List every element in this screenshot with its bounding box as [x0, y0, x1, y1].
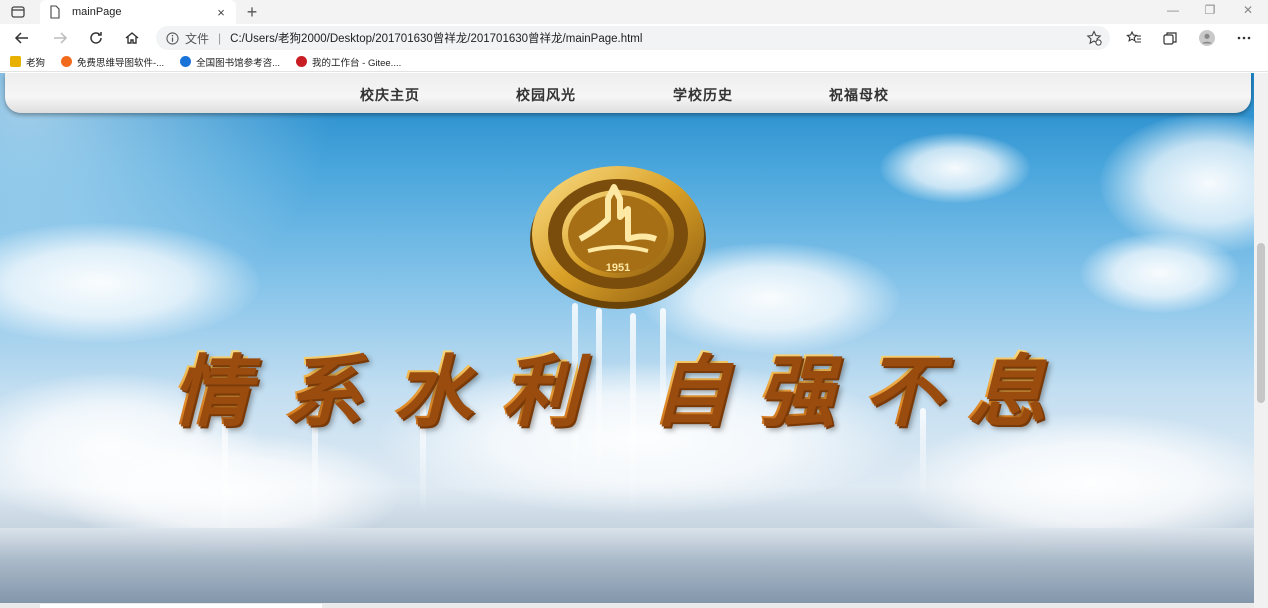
- browser-toolbar: 文件 | C:/Users/老狗2000/Desktop/201701630曾祥…: [0, 24, 1268, 52]
- add-favorite-icon[interactable]: [1086, 30, 1102, 46]
- collections-icon[interactable]: [1160, 28, 1180, 48]
- cloud: [1100, 113, 1254, 253]
- bookmark-item[interactable]: 免费思维导图软件-...: [61, 55, 164, 69]
- bookmark-item[interactable]: 我的工作台 - Gitee....: [296, 55, 401, 69]
- slogan-char: 息: [966, 328, 1044, 440]
- bookmark-item[interactable]: 老狗: [10, 55, 45, 69]
- cloud: [880, 133, 1030, 203]
- minimize-button[interactable]: —: [1163, 3, 1183, 17]
- ie-icon: [180, 56, 192, 67]
- gitee-icon: [296, 56, 308, 67]
- sea-mist: [0, 528, 1254, 603]
- bookmark-item[interactable]: 全国图书馆参考咨...: [180, 55, 280, 69]
- bookmark-label: 老狗: [26, 57, 46, 69]
- bookmark-label: 免费思维导图软件-...: [77, 57, 165, 69]
- horizontal-scrollbar[interactable]: [0, 603, 1254, 608]
- waterfall: [630, 313, 636, 513]
- restore-button[interactable]: ❐: [1200, 3, 1220, 17]
- scrollbar-thumb[interactable]: [40, 604, 322, 608]
- slogan-char: 水: [392, 328, 470, 440]
- slogan-char: 系: [282, 328, 360, 440]
- site-navbar: 校庆主页 校园风光 学校历史 祝福母校: [5, 73, 1251, 113]
- close-tab-icon[interactable]: ×: [214, 5, 228, 20]
- forward-icon[interactable]: [50, 28, 70, 48]
- home-icon[interactable]: [122, 28, 142, 48]
- nav-link-blessings[interactable]: 祝福母校: [829, 85, 889, 105]
- bookmark-label: 全国图书馆参考咨...: [196, 57, 281, 69]
- page-viewport: 1951 情 系 水 利 自 强 不 息 校庆主页 校园风光 学校历史 祝福母校: [0, 73, 1254, 603]
- waterfall: [596, 308, 602, 478]
- tab-bar: mainPage × + — ❐ ✕: [0, 0, 1268, 24]
- tab-actions-icon[interactable]: [10, 4, 26, 20]
- profile-avatar-icon[interactable]: [1197, 28, 1217, 48]
- slogan-char: 强: [755, 328, 833, 440]
- address-bar[interactable]: 文件 | C:/Users/老狗2000/Desktop/201701630曾祥…: [156, 26, 1110, 50]
- back-icon[interactable]: [12, 28, 32, 48]
- favorites-icon[interactable]: [1124, 28, 1144, 48]
- slogan-char: 自: [650, 328, 728, 440]
- address-separator: |: [218, 31, 222, 45]
- address-url[interactable]: C:/Users/老狗2000/Desktop/201701630曾祥龙/201…: [230, 30, 642, 46]
- bookmark-label: 我的工作台 - Gitee....: [312, 57, 402, 69]
- nav-link-scenery[interactable]: 校园风光: [516, 85, 576, 105]
- folder-icon: [10, 56, 21, 67]
- university-emblem-icon: 1951: [530, 166, 706, 309]
- bookmarks-bar: 老狗 免费思维导图软件-... 全国图书馆参考咨... 我的工作台 - Gite…: [0, 52, 1268, 72]
- nav-link-home[interactable]: 校庆主页: [360, 85, 420, 105]
- close-window-button[interactable]: ✕: [1238, 3, 1258, 17]
- vertical-scrollbar[interactable]: [1254, 73, 1268, 608]
- address-scheme: 文件: [185, 31, 210, 46]
- more-menu-icon[interactable]: [1234, 28, 1254, 48]
- nav-link-history[interactable]: 学校历史: [673, 85, 733, 105]
- slogan-char: 不: [862, 328, 940, 440]
- mindmap-site-icon: [61, 56, 73, 67]
- refresh-icon[interactable]: [86, 28, 106, 48]
- emblem-year: 1951: [606, 262, 630, 274]
- page-icon: [50, 5, 60, 19]
- new-tab-button[interactable]: +: [244, 2, 260, 22]
- tab-title: mainPage: [72, 6, 122, 18]
- scrollbar-thumb[interactable]: [1257, 243, 1265, 403]
- cloud: [1080, 233, 1240, 313]
- tab-mainpage[interactable]: mainPage ×: [40, 0, 236, 24]
- slogan-char: 利: [500, 328, 578, 440]
- slogan-char: 情: [170, 328, 248, 440]
- info-icon[interactable]: [166, 31, 179, 45]
